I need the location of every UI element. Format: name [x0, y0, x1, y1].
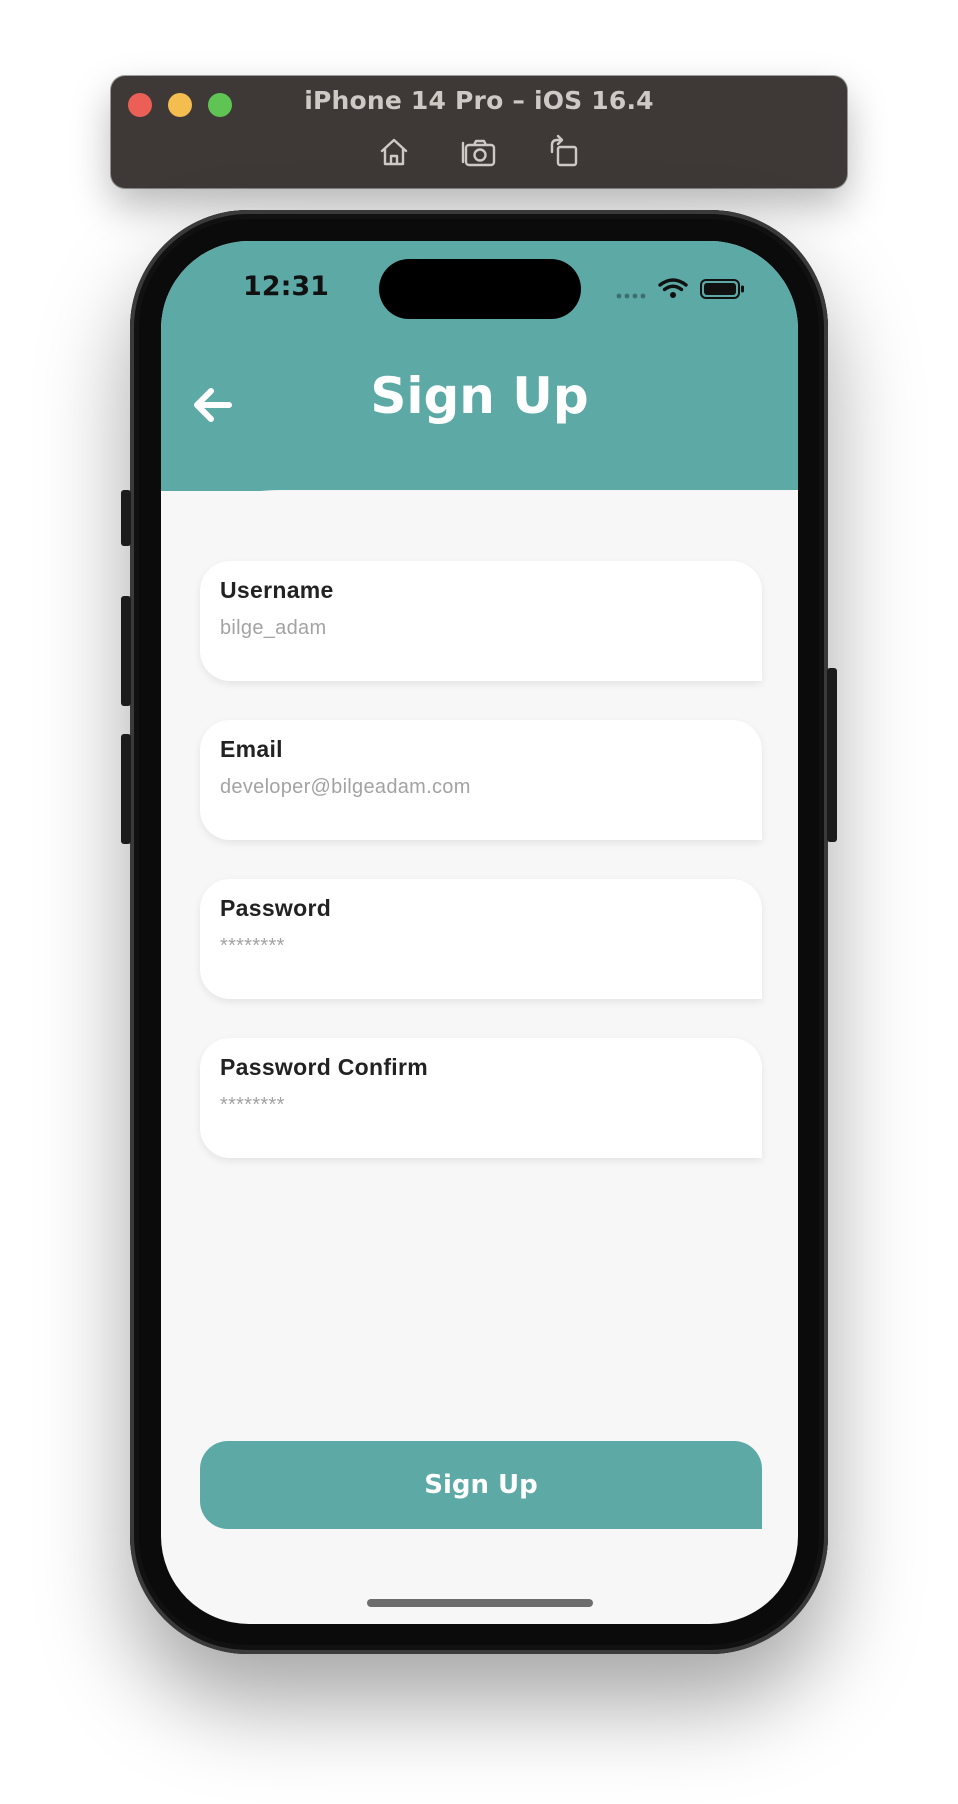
home-indicator[interactable]: [367, 1599, 593, 1607]
email-label: Email: [220, 736, 283, 762]
simulator-toolbar: iPhone 14 Pro – iOS 16.4: [111, 76, 847, 188]
dynamic-island: [379, 259, 581, 319]
cellular-icon: [616, 293, 646, 299]
username-label: Username: [220, 577, 334, 603]
app-screen: 12:31 Sign Up Username bilge_adam Email …: [161, 241, 798, 1624]
simulator-title: iPhone 14 Pro – iOS 16.4: [304, 86, 654, 115]
password-confirm-input[interactable]: [220, 1094, 740, 1117]
power-button: [827, 668, 837, 842]
email-field: Email: [200, 720, 762, 840]
wifi-icon: [658, 278, 688, 298]
page-title: Sign Up: [370, 367, 589, 425]
action-button: [121, 490, 131, 546]
username-input[interactable]: [220, 617, 740, 640]
password-label: Password: [220, 895, 332, 921]
password-confirm-field: Password Confirm: [200, 1038, 762, 1158]
status-icons: [616, 275, 776, 305]
password-confirm-label: Password Confirm: [220, 1054, 429, 1080]
password-field: Password: [200, 879, 762, 999]
battery-icon: [700, 279, 744, 299]
status-time: 12:31: [243, 271, 329, 302]
sign-up-button[interactable]: Sign Up: [200, 1441, 762, 1529]
password-input[interactable]: [220, 935, 740, 958]
volume-up-button: [121, 596, 131, 706]
rotate-icon[interactable]: [544, 132, 584, 172]
volume-down-button: [121, 734, 131, 844]
home-icon[interactable]: [374, 132, 414, 172]
simulator-tools: [111, 132, 847, 172]
username-field: Username: [200, 561, 762, 681]
email-input[interactable]: [220, 776, 740, 799]
screenshot-icon[interactable]: [459, 132, 499, 172]
